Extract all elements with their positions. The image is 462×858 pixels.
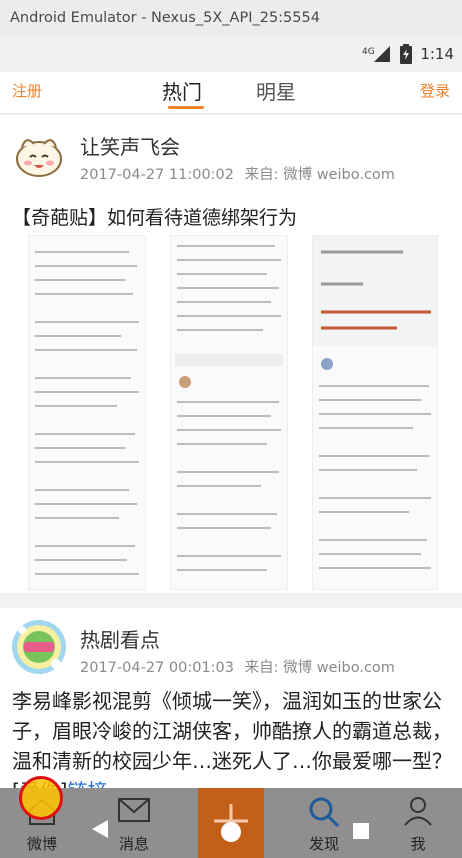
- avatar[interactable]: [12, 620, 66, 674]
- post-image[interactable]: [28, 235, 146, 590]
- back-icon[interactable]: [92, 820, 108, 838]
- touch-indicator: [19, 776, 63, 820]
- post-card[interactable]: 让笑声飞会 2017-04-27 11:00:02 来自: 微博 weibo.c…: [0, 115, 462, 593]
- feed-list[interactable]: 让笑声飞会 2017-04-27 11:00:02 来自: 微博 weibo.c…: [0, 115, 462, 805]
- tab-weibo-label: 微博: [26, 835, 57, 853]
- post-time: 2017-04-27 00:01:03: [80, 660, 234, 676]
- signal-icon: 4G: [362, 45, 392, 63]
- status-time: 1:14: [420, 45, 454, 63]
- svg-text:4G: 4G: [362, 47, 375, 57]
- post-meta: 2017-04-27 00:01:03 来自: 微博 weibo.com: [80, 656, 401, 677]
- active-tab-indicator: [168, 106, 204, 109]
- tab-me[interactable]: 我: [390, 788, 446, 858]
- tab-star[interactable]: 明星: [256, 76, 296, 105]
- post-image[interactable]: [312, 235, 438, 590]
- register-link[interactable]: 注册: [12, 80, 42, 101]
- post-source: 来自: 微博 weibo.com: [244, 167, 395, 183]
- tab-messages[interactable]: 消息: [106, 788, 162, 858]
- status-bar: 4G 1:14: [0, 36, 462, 72]
- mail-icon: [117, 796, 151, 828]
- avatar[interactable]: [12, 127, 66, 181]
- tab-me-label: 我: [410, 835, 426, 853]
- login-link[interactable]: 登录: [420, 80, 450, 101]
- post-images[interactable]: [28, 235, 438, 590]
- tab-discover[interactable]: 发现: [296, 788, 352, 858]
- tab-hot[interactable]: 热门: [162, 76, 202, 105]
- post-card[interactable]: 热剧看点 2017-04-27 00:01:03 来自: 微博 weibo.co…: [0, 608, 462, 805]
- recent-apps-icon[interactable]: [353, 823, 369, 839]
- app-frame: Android Emulator - Nexus_5X_API_25:5554 …: [0, 0, 462, 858]
- window-title: Android Emulator - Nexus_5X_API_25:5554: [10, 10, 320, 26]
- battery-icon: [400, 44, 413, 64]
- tab-discover-label: 发现: [308, 835, 339, 853]
- author-name[interactable]: 让笑声飞会: [80, 131, 180, 160]
- circle-home-icon[interactable]: [221, 822, 241, 842]
- post-time: 2017-04-27 11:00:02: [80, 167, 234, 183]
- post-image[interactable]: [170, 235, 288, 590]
- search-icon: [308, 796, 340, 832]
- post-meta: 2017-04-27 11:00:02 来自: 微博 weibo.com: [80, 163, 401, 184]
- tab-messages-label: 消息: [118, 835, 149, 853]
- post-text[interactable]: 【奇葩贴】如何看待道德绑架行为: [12, 203, 297, 230]
- user-icon: [403, 796, 433, 830]
- post-source: 来自: 微博 weibo.com: [244, 660, 395, 676]
- window-titlebar: Android Emulator - Nexus_5X_API_25:5554: [0, 0, 462, 36]
- top-navigation: 注册 热门 明星 登录: [0, 72, 462, 114]
- author-name[interactable]: 热剧看点: [80, 624, 160, 653]
